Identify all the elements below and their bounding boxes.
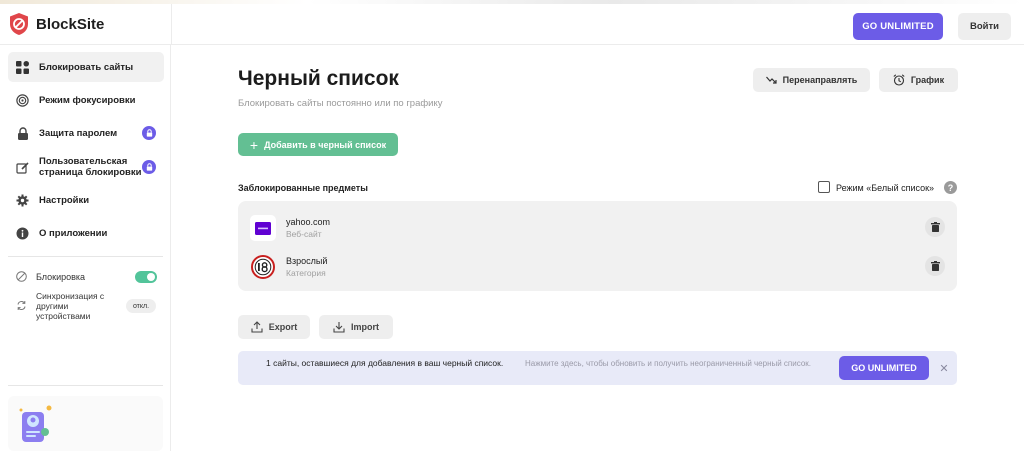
item-type: Категория	[286, 268, 326, 278]
info-icon	[16, 227, 29, 240]
banner-go-unlimited-button[interactable]: GO UNLIMITED	[839, 356, 929, 380]
lock-icon	[16, 126, 29, 140]
gear-icon	[16, 194, 29, 207]
sidebar-item-label: О приложении	[39, 227, 108, 239]
delete-item-button[interactable]	[925, 217, 945, 237]
sidebar-item-label: Режим фокусировки	[39, 94, 136, 106]
close-icon[interactable]: ✕	[938, 361, 950, 375]
sites-remaining-text: 1 сайты, оставшиеся для добавления в ваш…	[266, 358, 504, 368]
delete-item-button[interactable]	[925, 256, 945, 276]
trash-icon	[930, 261, 940, 271]
app-logo[interactable]: BlockSite	[8, 12, 104, 36]
edit-page-icon	[16, 161, 29, 174]
plus-icon: +	[249, 136, 259, 153]
alarm-clock-icon	[893, 74, 905, 86]
profile-illustration-icon	[19, 405, 52, 442]
sync-label: Синхронизация с другими устройствами	[36, 291, 105, 321]
sync-status-pill[interactable]: откл.	[126, 299, 156, 313]
sidebar-item-settings[interactable]: Настройки	[8, 185, 164, 215]
promo-card[interactable]	[8, 396, 163, 451]
import-button[interactable]: Import	[319, 315, 393, 339]
sidebar-item-block-sites[interactable]: Блокировать сайты	[8, 52, 164, 82]
top-header: BlockSite GO UNLIMITED Войти	[0, 4, 1024, 45]
sidebar-item-password[interactable]: Защита паролем	[8, 118, 164, 148]
age-18-icon	[251, 255, 275, 279]
sidebar-item-label: Настройки	[39, 194, 90, 206]
sidebar-item-label: Блокировать сайты	[39, 61, 134, 73]
sync-icon	[17, 301, 26, 310]
block-toggle-switch[interactable]	[135, 271, 157, 283]
add-to-blacklist-button[interactable]: + Добавить в черный список	[238, 133, 398, 156]
whitelist-mode-label[interactable]: Режим «Белый список»	[836, 183, 934, 193]
trash-icon	[930, 222, 940, 232]
block-toggle-label: Блокировка	[36, 271, 86, 282]
list-item: yahoo.com Веб-сайт	[238, 211, 957, 249]
redirect-arrow-icon	[765, 76, 777, 84]
upgrade-hint-link[interactable]: Нажмите здесь, чтобы обновить и получить…	[518, 358, 818, 369]
sidebar-item-focus-mode[interactable]: Режим фокусировки	[8, 85, 164, 115]
redirect-button[interactable]: Перенаправлять	[753, 68, 870, 92]
redirect-label: Перенаправлять	[782, 75, 858, 85]
add-label: Добавить в черный список	[264, 139, 387, 150]
item-name: Взрослый	[286, 256, 328, 266]
page-subtitle: Блокировать сайты постоянно или по графи…	[238, 98, 443, 109]
sidebar-divider	[171, 4, 172, 45]
blocked-items-heading: Заблокированные предметы	[238, 183, 368, 193]
yahoo-icon	[255, 221, 271, 235]
category-badge	[250, 254, 276, 280]
block-toggle-row: Блокировка	[16, 271, 85, 282]
list-item: Взрослый Категория	[238, 250, 957, 288]
blocksite-shield-icon	[10, 13, 28, 35]
item-name: yahoo.com	[286, 217, 331, 227]
item-type: Веб-сайт	[286, 229, 322, 239]
sidebar-separator	[8, 256, 163, 257]
premium-lock-icon	[142, 160, 156, 174]
blocked-items-list: yahoo.com Веб-сайт Взрослый Категория	[238, 201, 957, 291]
login-button[interactable]: Войти	[958, 13, 1011, 40]
sidebar-separator	[8, 385, 163, 386]
site-favicon	[250, 215, 276, 241]
sidebar-item-about[interactable]: О приложении	[8, 218, 164, 248]
target-icon	[16, 93, 29, 107]
upload-icon	[251, 321, 263, 333]
premium-lock-icon	[142, 126, 156, 140]
grid-icon	[16, 60, 29, 74]
sync-row: Синхронизация с другими устройствами	[16, 291, 108, 321]
sidebar: Блокировать сайты Режим фокусировки Защи…	[0, 45, 171, 451]
import-label: Import	[351, 322, 379, 332]
help-icon[interactable]: ?	[944, 181, 957, 194]
sidebar-item-custom-block-page[interactable]: Пользовательская страница блокировки	[8, 151, 164, 183]
download-icon	[333, 322, 345, 333]
schedule-label: График	[910, 75, 945, 85]
schedule-button[interactable]: График	[879, 68, 958, 92]
block-circle-icon	[16, 271, 27, 282]
page-title: Черный список	[238, 67, 399, 90]
export-button[interactable]: Export	[238, 315, 310, 339]
go-unlimited-button[interactable]: GO UNLIMITED	[853, 13, 943, 40]
upgrade-banner: 1 сайты, оставшиеся для добавления в ваш…	[238, 351, 957, 385]
export-label: Export	[268, 322, 298, 332]
app-name: BlockSite	[36, 15, 105, 33]
sidebar-item-label: Защита паролем	[39, 127, 118, 139]
whitelist-mode-checkbox[interactable]	[818, 181, 830, 193]
